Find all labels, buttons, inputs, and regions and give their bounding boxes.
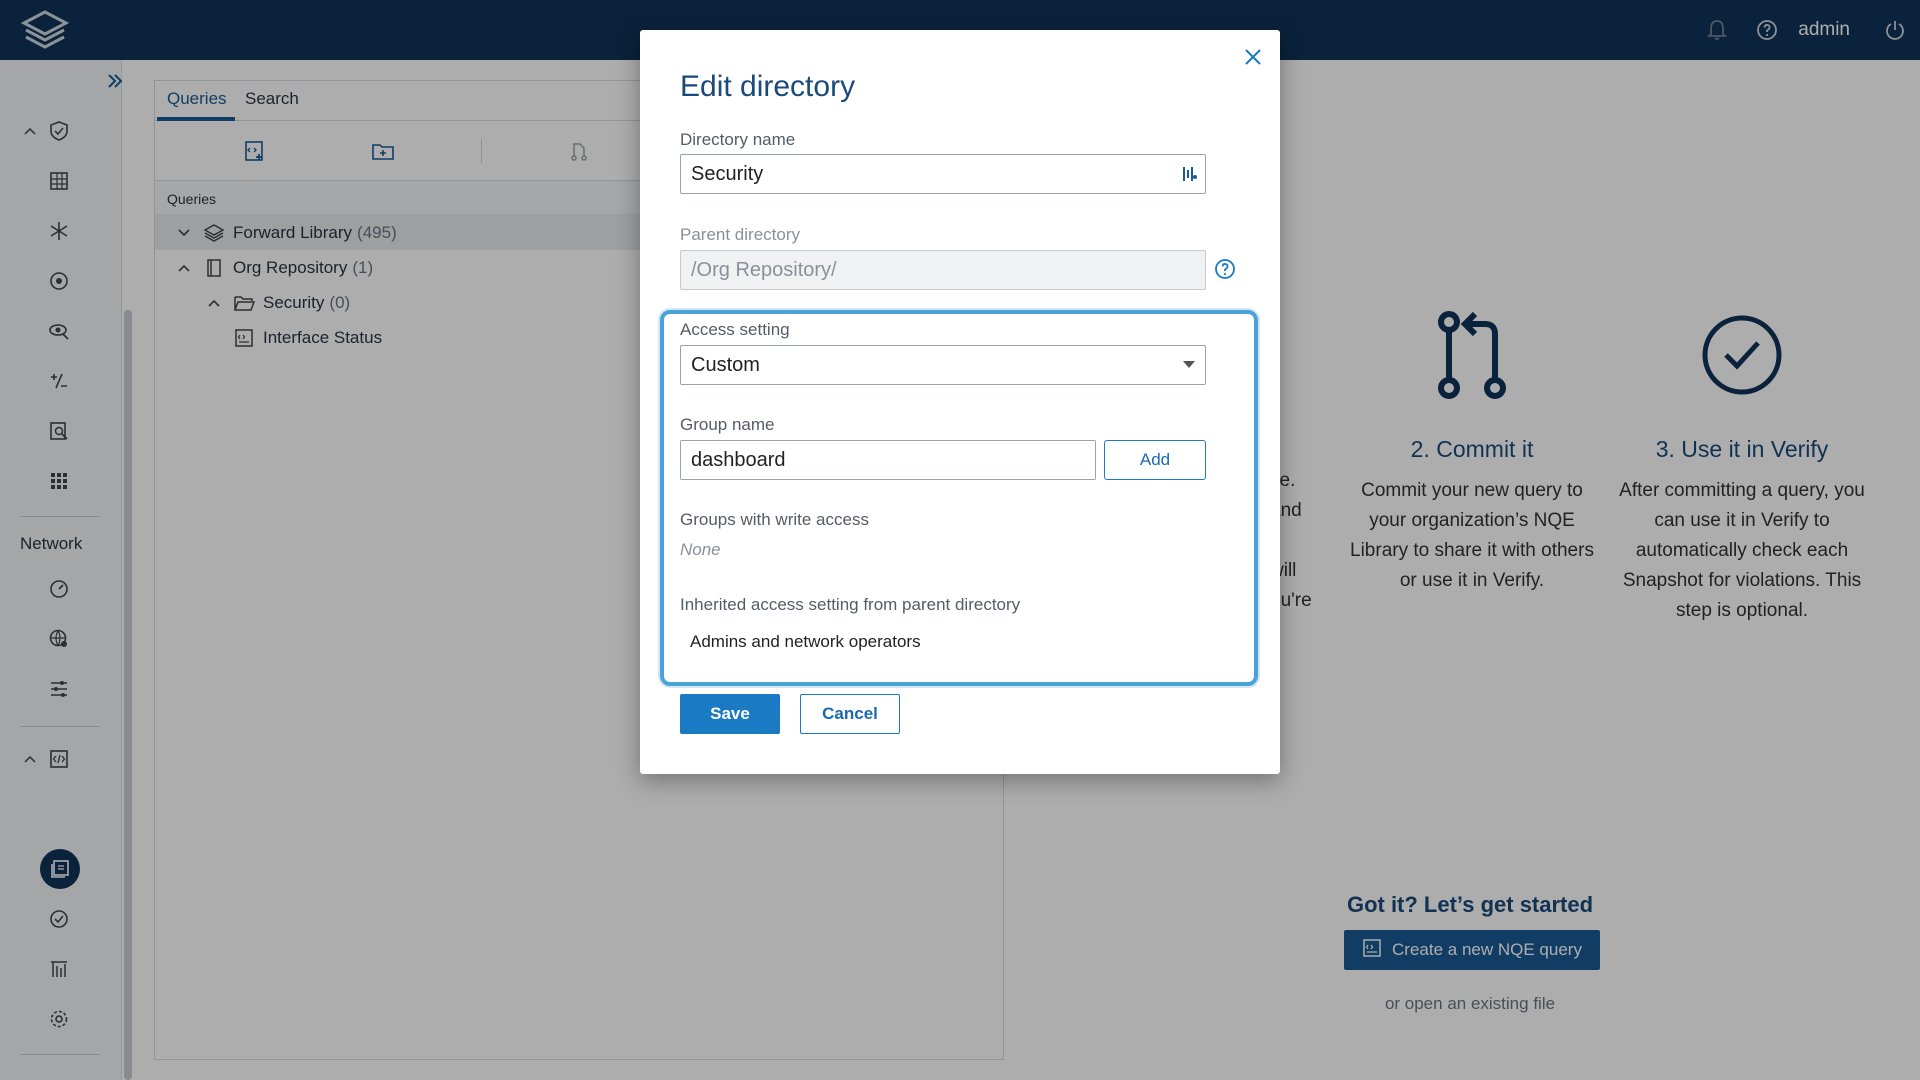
access-setting-select[interactable]: Custom — [680, 345, 1206, 385]
directory-name-value: Security — [691, 163, 764, 185]
directory-name-input[interactable]: Security — [680, 154, 1206, 194]
parent-directory-label: Parent directory — [680, 225, 800, 244]
dialog-title: Edit directory — [680, 70, 856, 103]
password-manager-icon[interactable] — [1179, 164, 1199, 184]
groups-write-access-value: None — [680, 540, 721, 559]
parent-directory-input: /Org Repository/ — [680, 250, 1206, 290]
cancel-button[interactable]: Cancel — [800, 694, 900, 734]
group-name-label: Group name — [680, 415, 775, 434]
inherited-access-value: Admins and network operators — [690, 632, 921, 651]
directory-name-label: Directory name — [680, 130, 796, 149]
groups-write-access-label: Groups with write access — [680, 510, 869, 529]
save-button[interactable]: Save — [680, 694, 780, 734]
group-name-input[interactable]: dashboard — [680, 440, 1096, 480]
help-icon[interactable] — [1214, 258, 1236, 280]
add-group-button[interactable]: Add — [1104, 440, 1206, 480]
inherited-access-label: Inherited access setting from parent dir… — [680, 595, 1021, 614]
edit-directory-dialog: Edit directory Directory name Security P… — [640, 30, 1280, 774]
close-icon[interactable] — [1240, 44, 1266, 70]
dropdown-caret-icon — [1183, 361, 1195, 368]
access-setting-label: Access setting — [680, 320, 790, 339]
access-setting-value: Custom — [691, 354, 760, 376]
